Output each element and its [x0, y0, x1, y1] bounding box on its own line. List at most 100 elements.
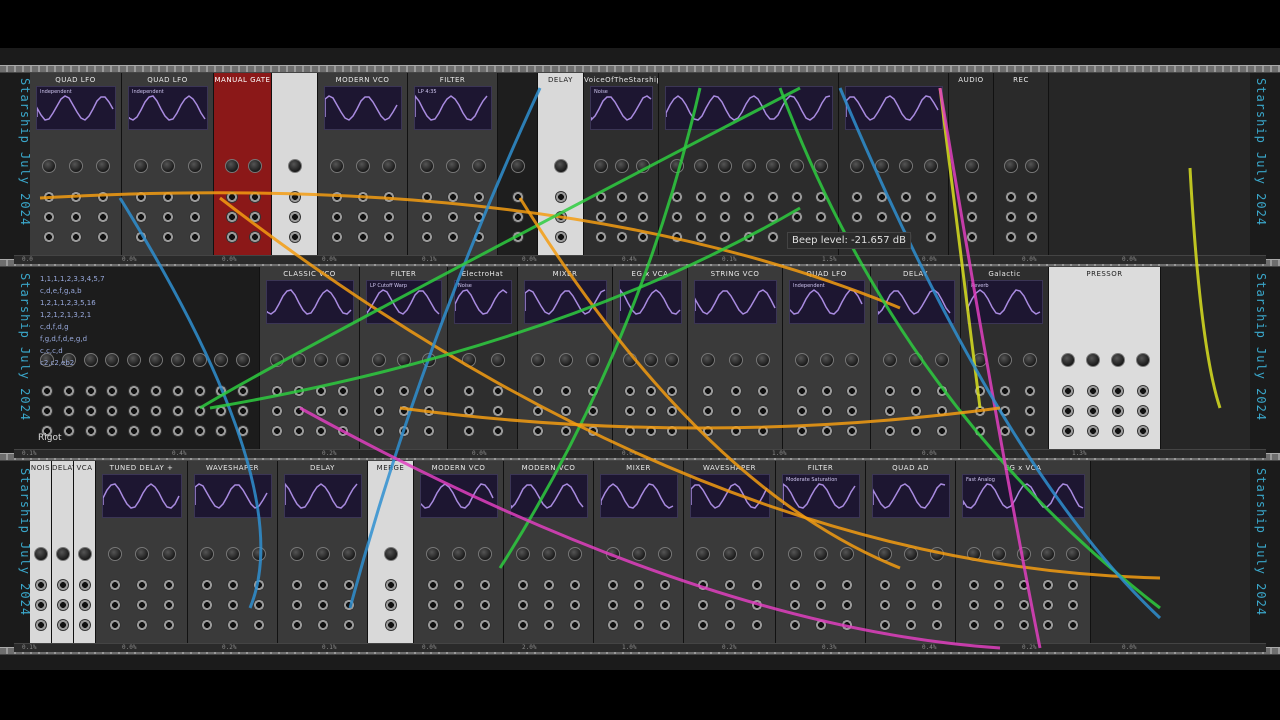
jack[interactable] — [62, 385, 75, 397]
jack[interactable] — [659, 599, 671, 611]
knob[interactable] — [964, 159, 979, 173]
knob[interactable] — [56, 547, 70, 561]
jack[interactable] — [719, 211, 731, 223]
jack[interactable] — [905, 599, 917, 611]
knob[interactable] — [516, 547, 530, 561]
jack[interactable] — [135, 211, 148, 223]
knob[interactable] — [1016, 547, 1031, 561]
jack[interactable] — [999, 405, 1011, 417]
jack[interactable] — [315, 405, 327, 417]
jack[interactable] — [924, 191, 937, 203]
jack[interactable] — [821, 425, 833, 437]
jack[interactable] — [193, 385, 206, 397]
knob[interactable] — [187, 159, 202, 173]
jack[interactable] — [1024, 385, 1037, 397]
module[interactable] — [839, 73, 949, 255]
jack[interactable] — [337, 425, 349, 437]
jack[interactable] — [1024, 425, 1037, 437]
module[interactable] — [659, 73, 839, 255]
jack[interactable] — [815, 579, 827, 591]
jack[interactable] — [968, 619, 981, 631]
knob[interactable] — [490, 353, 505, 367]
module[interactable]: EG x VCA — [613, 267, 688, 449]
jack[interactable] — [293, 405, 305, 417]
jack[interactable] — [659, 579, 671, 591]
jack[interactable] — [931, 599, 943, 611]
knob[interactable] — [288, 159, 302, 173]
knob[interactable] — [930, 547, 944, 561]
knob[interactable] — [790, 159, 804, 173]
jack[interactable] — [385, 579, 397, 591]
jack[interactable] — [512, 191, 524, 203]
jack[interactable] — [750, 579, 763, 591]
module[interactable]: Galactic Reverb — [961, 267, 1049, 449]
module[interactable]: QUAD LFO Independent — [30, 73, 122, 255]
knob[interactable] — [874, 159, 889, 173]
jack[interactable] — [846, 385, 859, 397]
jack[interactable] — [559, 405, 572, 417]
jack[interactable] — [884, 425, 896, 437]
knob[interactable] — [696, 547, 711, 561]
jack[interactable] — [383, 191, 395, 203]
sequencer-line[interactable]: 1,2,1,2,1,3,2,1 — [40, 311, 91, 319]
jack[interactable] — [62, 425, 75, 437]
jack[interactable] — [671, 231, 683, 243]
jack[interactable] — [225, 191, 238, 203]
jack[interactable] — [479, 579, 491, 591]
jack[interactable] — [815, 211, 827, 223]
module[interactable]: VoiceOfTheStarship Noise — [584, 73, 659, 255]
jack[interactable] — [227, 579, 239, 591]
jack[interactable] — [697, 599, 710, 611]
jack[interactable] — [57, 579, 69, 591]
jack[interactable] — [1111, 385, 1124, 397]
jack[interactable] — [43, 231, 56, 243]
knob[interactable] — [252, 547, 266, 561]
module[interactable]: QUAD LFO Independent — [783, 267, 871, 449]
knob[interactable] — [904, 547, 918, 561]
jack[interactable] — [162, 211, 174, 223]
jack[interactable] — [910, 405, 922, 417]
jack[interactable] — [724, 619, 736, 631]
knob[interactable] — [718, 159, 732, 173]
knob[interactable] — [935, 353, 949, 367]
knob[interactable] — [794, 353, 809, 367]
knob[interactable] — [148, 353, 163, 367]
jack[interactable] — [106, 425, 119, 437]
jack[interactable] — [171, 385, 184, 397]
jack[interactable] — [291, 579, 303, 591]
jack[interactable] — [719, 231, 731, 243]
jack[interactable] — [215, 405, 228, 417]
knob[interactable] — [420, 159, 434, 173]
knob[interactable] — [820, 353, 834, 367]
jack[interactable] — [289, 211, 301, 223]
jack[interactable] — [1024, 405, 1037, 417]
knob[interactable] — [664, 353, 679, 367]
jack[interactable] — [973, 425, 986, 437]
jack[interactable] — [1136, 385, 1149, 397]
jack[interactable] — [43, 211, 56, 223]
jack[interactable] — [644, 405, 657, 417]
knob[interactable] — [472, 159, 486, 173]
jack[interactable] — [447, 231, 459, 243]
jack[interactable] — [724, 579, 736, 591]
jack[interactable] — [421, 211, 433, 223]
jack[interactable] — [905, 579, 917, 591]
knob[interactable] — [226, 547, 240, 561]
knob[interactable] — [1023, 353, 1038, 367]
jack[interactable] — [136, 579, 148, 591]
jack[interactable] — [331, 211, 343, 223]
jack[interactable] — [633, 599, 645, 611]
knob[interactable] — [511, 159, 525, 173]
jack[interactable] — [587, 425, 600, 437]
jack[interactable] — [879, 599, 891, 611]
jack[interactable] — [383, 211, 395, 223]
jack[interactable] — [791, 191, 803, 203]
jack[interactable] — [1111, 405, 1124, 417]
jack[interactable] — [70, 211, 82, 223]
knob[interactable] — [371, 353, 386, 367]
jack[interactable] — [343, 599, 355, 611]
jack[interactable] — [135, 191, 148, 203]
jack[interactable] — [317, 619, 329, 631]
knob[interactable] — [554, 159, 568, 173]
module[interactable]: MODERN VCO — [504, 461, 594, 643]
